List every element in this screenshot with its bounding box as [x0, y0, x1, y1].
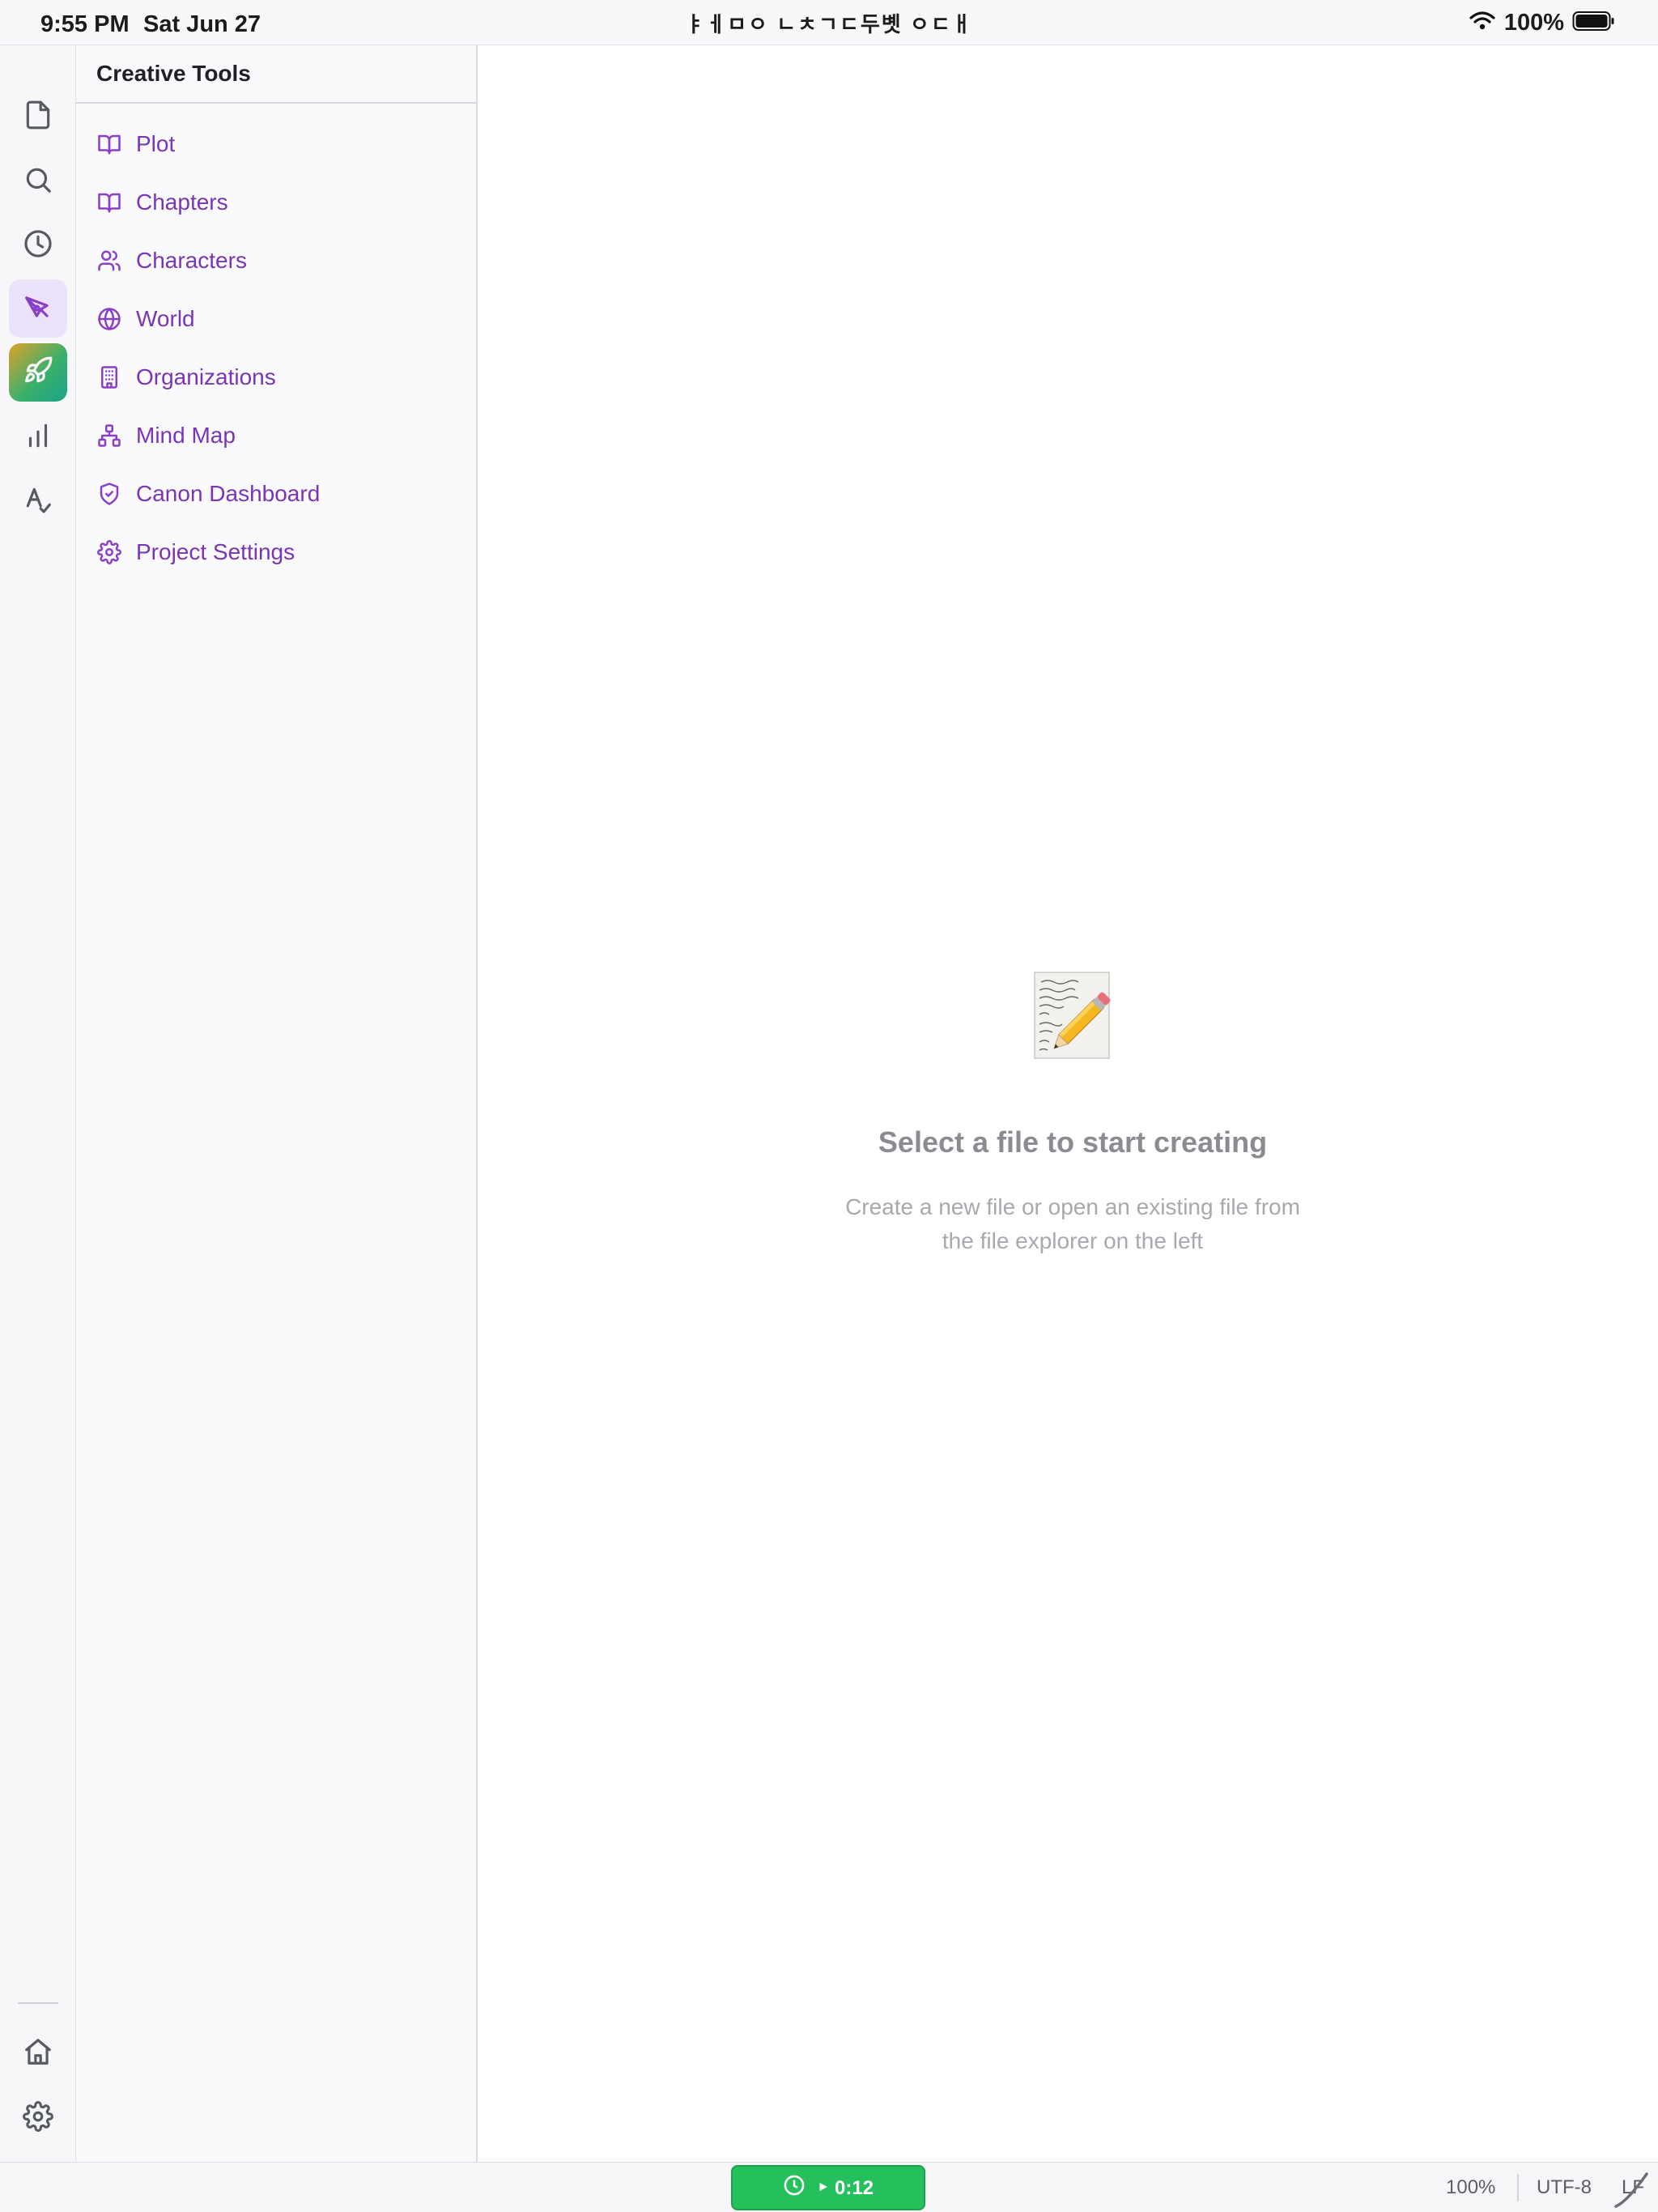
- sidebar-item-label: Organizations: [136, 364, 276, 389]
- sidebar-item-label: Canon Dashboard: [136, 481, 321, 506]
- clock-icon: [23, 228, 53, 263]
- book-open-icon: [96, 189, 123, 216]
- gear-icon: [96, 538, 123, 566]
- sidebar-item-label: Plot: [136, 131, 176, 156]
- bottom-status-bar: ‣ 0:12 100% UTF-8 LF: [0, 2162, 1658, 2212]
- empty-state-subtitle: Create a new file or open an existing fi…: [478, 1190, 1658, 1258]
- sidebar-item-plot[interactable]: Plot: [76, 115, 476, 173]
- status-right: 100%: [1469, 10, 1616, 36]
- timer-label: ‣ 0:12: [816, 2176, 874, 2199]
- status-bar: 9:55 PM Sat Jun 27 ㅑㅔㅁㅇ ㄴㅊㄱㄷ두볫 ㅇㄷㅐ 100%: [0, 0, 1658, 45]
- battery-icon: [1572, 11, 1616, 36]
- zoom-level[interactable]: 100%: [1446, 2176, 1495, 2199]
- rail-search-button[interactable]: [9, 152, 67, 211]
- clock-icon: [783, 2174, 806, 2202]
- sidebar-item-chapters[interactable]: Chapters: [76, 173, 476, 232]
- network-icon: [96, 422, 123, 449]
- search-icon: [23, 164, 53, 199]
- sidebar-item-label: Project Settings: [136, 539, 295, 564]
- sidebar-item-organizations[interactable]: Organizations: [76, 348, 476, 406]
- rocket-icon: [23, 355, 53, 390]
- status-divider: [1517, 2174, 1519, 2201]
- rail-launch-button[interactable]: [9, 343, 67, 402]
- shield-check-icon: [96, 480, 123, 508]
- rail-creative-tools-button[interactable]: [9, 279, 67, 338]
- sidebar-item-canon-dashboard[interactable]: Canon Dashboard: [76, 465, 476, 523]
- editor-area: Select a file to start creating Create a…: [478, 45, 1658, 2162]
- rail-settings-button[interactable]: [9, 2089, 67, 2147]
- empty-state-subtitle-line: Create a new file or open an existing fi…: [845, 1194, 1300, 1219]
- globe-icon: [96, 305, 123, 333]
- sidebar-item-mind-map[interactable]: Mind Map: [76, 406, 476, 465]
- encoding-indicator[interactable]: UTF-8: [1537, 2176, 1592, 2199]
- activity-rail: [0, 45, 76, 2162]
- rail-stats-button[interactable]: [9, 408, 67, 466]
- sidebar-item-label: World: [136, 306, 195, 331]
- rail-recent-button[interactable]: [9, 216, 67, 274]
- creative-tools-sidebar: Creative Tools Plot Chapters Characters: [76, 45, 478, 2162]
- memo-pencil-icon: [1033, 971, 1111, 1060]
- empty-state-subtitle-line: the file explorer on the left: [942, 1228, 1204, 1253]
- sidebar-item-world[interactable]: World: [76, 290, 476, 348]
- file-icon: [23, 100, 53, 134]
- bar-chart-icon: [23, 420, 53, 455]
- sidebar-title: Creative Tools: [76, 45, 476, 104]
- sidebar-item-label: Chapters: [136, 189, 228, 215]
- rail-home-button[interactable]: [9, 2024, 67, 2082]
- spellcheck-icon: [23, 484, 53, 519]
- sidebar-item-label: Characters: [136, 248, 247, 273]
- battery-percent: 100%: [1503, 10, 1564, 36]
- wifi-icon: [1469, 11, 1496, 36]
- building-icon: [96, 364, 123, 391]
- pencil-icon: [1611, 2169, 1652, 2210]
- sidebar-item-project-settings[interactable]: Project Settings: [76, 523, 476, 581]
- window-title: ㅑㅔㅁㅇ ㄴㅊㄱㄷ두볫 ㅇㄷㅐ: [685, 12, 973, 36]
- sidebar-item-characters[interactable]: Characters: [76, 232, 476, 290]
- book-open-icon: [96, 130, 123, 158]
- gear-icon: [23, 2100, 53, 2136]
- users-icon: [96, 247, 123, 274]
- rail-divider: [18, 2002, 58, 2004]
- rail-spellcheck-button[interactable]: [9, 472, 67, 530]
- pen-tool-icon: [23, 291, 53, 326]
- sidebar-item-label: Mind Map: [136, 423, 236, 448]
- empty-state-title: Select a file to start creating: [878, 1125, 1268, 1159]
- session-timer-button[interactable]: ‣ 0:12: [731, 2165, 925, 2210]
- rail-files-button[interactable]: [9, 87, 67, 146]
- creative-tools-list: Plot Chapters Characters World Organizat…: [76, 104, 476, 581]
- home-icon: [23, 2036, 53, 2071]
